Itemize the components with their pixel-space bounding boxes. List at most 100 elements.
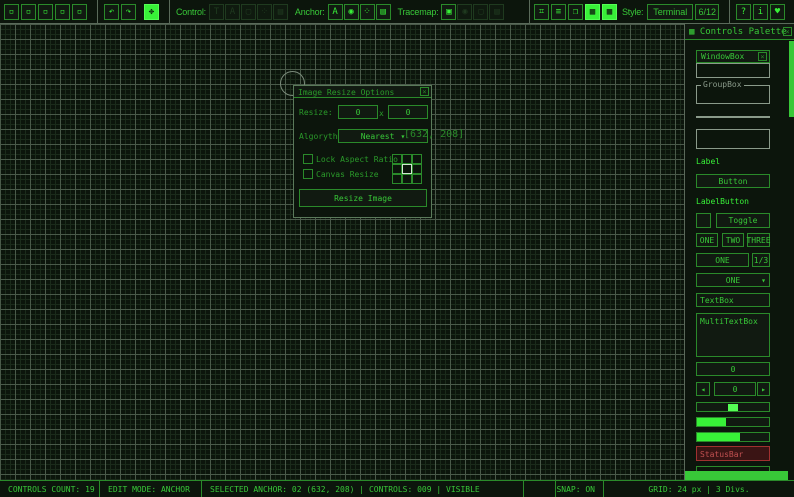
palette-dropdown[interactable]: ONE ▾	[696, 273, 770, 287]
palette-hscrollbar[interactable]	[685, 471, 788, 480]
palette-labelbutton[interactable]: LabelButton	[696, 197, 749, 206]
style-index[interactable]: 6/12	[695, 3, 720, 20]
palette-close-icon[interactable]: ×	[783, 27, 792, 36]
status-edit-mode: EDIT MODE: ANCHOR	[100, 481, 202, 497]
status-snap: SNAP: ON	[556, 481, 604, 497]
palette-line[interactable]	[696, 116, 770, 118]
control-label: Control:	[176, 6, 206, 17]
status-selected: SELECTED ANCHOR: 02 (632, 208) | CONTROL…	[202, 481, 524, 497]
export-icon[interactable]: ▫	[72, 3, 87, 20]
style-label: Style:	[622, 6, 644, 17]
spinner-left-icon[interactable]: ◂	[696, 382, 710, 396]
tracemap-delete-icon[interactable]: ▤	[489, 3, 505, 20]
palette-panel[interactable]	[696, 129, 770, 149]
view-group: ⌗ ≡ ❐ ▦ ▦ Style: Terminal 6/12	[530, 0, 730, 24]
text-icon[interactable]: T	[208, 3, 224, 20]
cursor-coordinates: [632, 208]	[404, 129, 465, 140]
trash-icon[interactable]: ▤	[375, 3, 391, 20]
resize-label: Resize:	[299, 108, 333, 117]
palette-button[interactable]: Button	[696, 174, 770, 188]
undo-icon[interactable]: ↶	[104, 3, 119, 20]
grid-fine-icon[interactable]: ▦	[602, 3, 617, 20]
link-icon[interactable]: ⁘	[256, 3, 272, 20]
anchor-grid[interactable]	[392, 154, 422, 184]
heart-icon[interactable]: ♥	[770, 3, 785, 20]
status-spacer	[524, 481, 556, 497]
anchor-text-icon[interactable]: A	[327, 3, 343, 20]
palette-textbox[interactable]: TextBox	[696, 293, 770, 307]
palette-progressbar	[696, 432, 770, 442]
image-icon[interactable]: ▣	[441, 3, 457, 20]
palette-titlebar[interactable]: ▦ Controls Palette ×	[685, 24, 794, 40]
delete-icon[interactable]: ▤	[272, 3, 288, 20]
info-icon[interactable]: i	[753, 3, 768, 20]
dropdown-value: ONE	[725, 275, 741, 285]
slider-handle[interactable]	[728, 404, 738, 411]
sliderbar-fill	[697, 418, 726, 426]
resize-image-button[interactable]: Resize Image	[299, 189, 427, 207]
new-file-icon[interactable]: ▫	[4, 3, 19, 20]
status-grid: GRID: 24 px | 3 Divs.	[648, 484, 750, 494]
save-file-icon[interactable]: ▫	[38, 3, 53, 20]
palette-combobox[interactable]: ONE	[696, 253, 749, 267]
chevron-down-icon: ▾	[761, 275, 766, 285]
controls-palette: ▦ Controls Palette × WindowBox × GroupBox …	[684, 24, 794, 480]
load-file-icon[interactable]: ▫	[21, 3, 36, 20]
status-bar: CONTROLS COUNT: 19 EDIT MODE: ANCHOR SEL…	[0, 480, 794, 497]
palette-checkbox[interactable]	[696, 213, 711, 228]
grid-icon: ▦	[689, 27, 700, 37]
rect-icon[interactable]: ▢	[240, 3, 256, 20]
x-label: x	[379, 109, 384, 118]
file-group: ▫ ▫ ▫ ▫ ▫	[0, 0, 98, 24]
palette-groupbox[interactable]: GroupBox	[696, 80, 770, 104]
palette-statusbar[interactable]: StatusBar	[696, 446, 770, 461]
height-input[interactable]: 0	[388, 105, 428, 119]
save-as-icon[interactable]: ▫	[55, 3, 70, 20]
palette-label[interactable]: Label	[696, 157, 720, 166]
toggle-two[interactable]: TWO	[722, 233, 744, 247]
dialog-title: Image Resize Options	[298, 88, 395, 97]
groupbox-label: GroupBox	[701, 80, 744, 89]
edit-group: ↶ ↷ ✥	[98, 0, 170, 24]
palette-toggle[interactable]: Toggle	[716, 213, 770, 228]
palette-sliderbar[interactable]	[696, 417, 770, 427]
palette-slider[interactable]	[696, 402, 770, 412]
anchor-label: Anchor:	[294, 6, 325, 17]
palette-windowbox-body[interactable]	[696, 63, 770, 78]
canvas-resize-label: Canvas Resize	[316, 170, 379, 179]
algorithm-value: Nearest	[360, 131, 395, 141]
spinner-right-icon[interactable]: ▸	[757, 382, 770, 396]
help-icon[interactable]: ?	[736, 3, 751, 20]
width-input[interactable]: 0	[338, 105, 378, 119]
redo-icon[interactable]: ↷	[121, 3, 136, 20]
lock-icon[interactable]: ▢	[473, 3, 489, 20]
palette-scrollbar-thumb[interactable]	[789, 41, 794, 117]
tracemap-eye-icon[interactable]: ◉	[457, 3, 473, 20]
lock-aspect-checkbox[interactable]	[303, 154, 313, 164]
help-group: ? i ♥	[730, 0, 794, 24]
palette-spinner[interactable]: 0	[714, 382, 756, 396]
anchors-icon[interactable]: ⌗	[534, 3, 549, 20]
layers-icon[interactable]: ❐	[568, 3, 583, 20]
link-anchor-icon[interactable]: ⁘	[359, 3, 375, 20]
toggle-one[interactable]: ONE	[696, 233, 718, 247]
combobox-index[interactable]: 1/3	[752, 253, 770, 267]
close-icon[interactable]: ×	[420, 87, 429, 96]
eye-icon[interactable]: ◉	[343, 3, 359, 20]
tracemap-label: Tracemap:	[397, 6, 439, 17]
grid-icon[interactable]: ▦	[585, 3, 600, 20]
dialog-titlebar[interactable]: Image Resize Options ×	[294, 86, 431, 98]
windowbox-close-icon: ×	[758, 52, 767, 61]
style-selector[interactable]: Terminal	[647, 3, 694, 20]
palette-multitextbox[interactable]: MultiTextBox	[696, 313, 770, 357]
list-icon[interactable]: ≡	[551, 3, 566, 20]
name-icon[interactable]: A	[224, 3, 240, 20]
palette-windowbox[interactable]: WindowBox ×	[696, 50, 770, 63]
palette-title: Controls Palette	[699, 27, 787, 37]
palette-valuebox[interactable]: 0	[696, 362, 770, 376]
status-controls-count: CONTROLS COUNT: 19	[0, 481, 100, 497]
windowbox-label: WindowBox	[701, 52, 745, 61]
toggle-three[interactable]: THREE	[746, 233, 771, 247]
canvas-resize-checkbox[interactable]	[303, 169, 313, 179]
snap-icon[interactable]: ✥	[144, 3, 159, 20]
